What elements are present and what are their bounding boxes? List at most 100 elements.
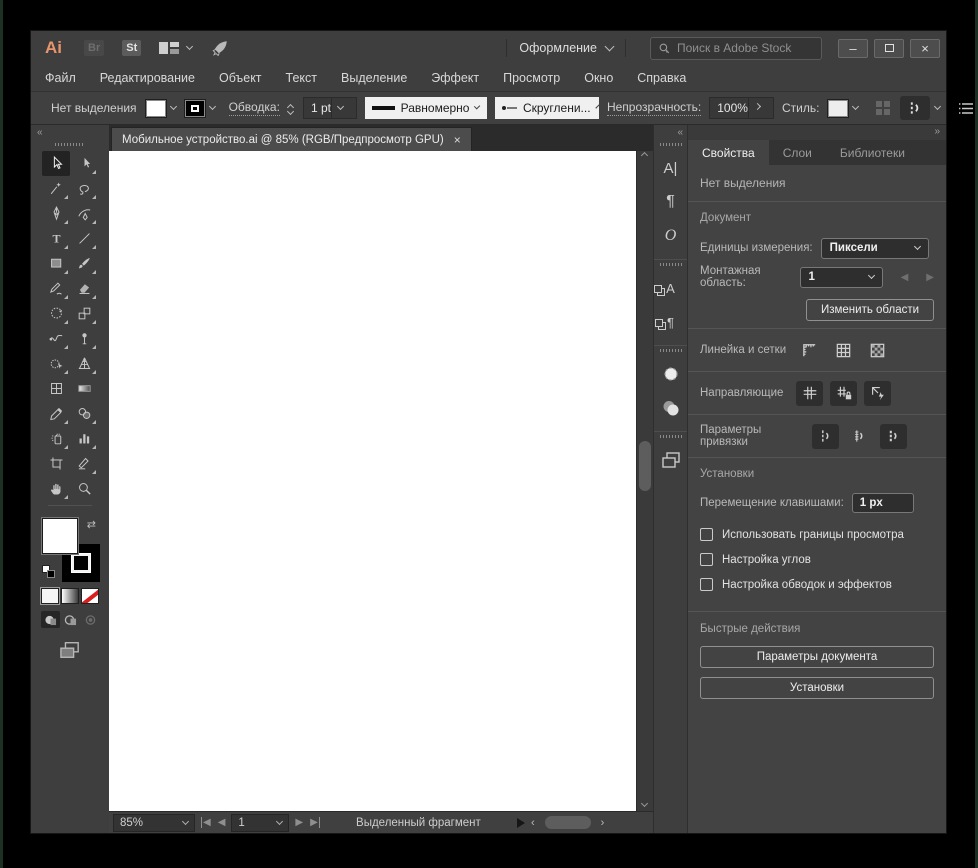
line-segment-tool[interactable]: [70, 226, 98, 251]
show-rulers-button[interactable]: [796, 338, 823, 363]
chevron-down-icon[interactable]: [934, 102, 942, 111]
horizontal-scrollbar[interactable]: ‹ ›: [531, 816, 649, 829]
smart-guides-button[interactable]: [864, 380, 891, 406]
draw-inside-button[interactable]: [81, 611, 100, 628]
minimize-button[interactable]: –: [838, 38, 868, 58]
drag-grip-icon[interactable]: [659, 263, 682, 266]
shaper-tool[interactable]: [42, 276, 70, 301]
rotate-tool[interactable]: [42, 301, 70, 326]
magic-wand-tool[interactable]: [42, 176, 70, 201]
eraser-tool[interactable]: [70, 276, 98, 301]
menu-effect[interactable]: Эффект: [431, 71, 479, 85]
character-panel-icon[interactable]: A|: [657, 153, 685, 183]
stroke-swatch[interactable]: [183, 98, 206, 118]
blend-tool[interactable]: [70, 401, 98, 426]
style-swatch[interactable]: [827, 98, 850, 118]
next-artboard-icon[interactable]: ▶: [926, 272, 934, 283]
mesh-tool[interactable]: [42, 376, 70, 401]
units-select[interactable]: Пиксели: [820, 237, 929, 259]
type-tool[interactable]: T: [42, 226, 70, 251]
shape-builder-tool[interactable]: [42, 351, 70, 376]
status-text[interactable]: Выделенный фрагмент: [326, 817, 511, 829]
drag-grip-icon[interactable]: [659, 143, 682, 146]
search-input[interactable]: [677, 41, 807, 55]
scroll-left-icon[interactable]: ‹: [531, 817, 535, 829]
snap-to-grid-button[interactable]: [846, 424, 873, 449]
variable-width-profile-select[interactable]: Равномерно: [364, 97, 487, 119]
slice-tool[interactable]: [70, 451, 98, 476]
tab-layers[interactable]: Слои: [769, 140, 826, 165]
chevron-down-icon[interactable]: [208, 102, 216, 111]
keyboard-increment-input[interactable]: [851, 493, 914, 513]
show-grid-button[interactable]: [830, 338, 857, 363]
workspace-switcher[interactable]: Оформление: [519, 41, 615, 55]
menu-window[interactable]: Окно: [584, 71, 613, 85]
expand-dock-icon[interactable]: «: [654, 125, 687, 140]
drag-grip-icon[interactable]: [659, 435, 682, 438]
close-tab-icon[interactable]: ×: [454, 133, 461, 147]
perspective-grid-tool[interactable]: [70, 351, 98, 376]
preferences-button[interactable]: Установки: [700, 677, 934, 699]
dashed-circle-panel-icon[interactable]: [657, 359, 685, 389]
list-menu-icon[interactable]: [958, 102, 974, 115]
lock-guides-button[interactable]: [830, 380, 857, 406]
bridge-icon[interactable]: Br: [84, 40, 105, 56]
adobe-stock-search[interactable]: [650, 36, 822, 60]
scroll-up-icon[interactable]: [640, 151, 649, 160]
edit-artboards-button[interactable]: Изменить области: [806, 299, 934, 321]
menu-select[interactable]: Выделение: [341, 71, 407, 85]
stroke-color-control[interactable]: [183, 98, 216, 118]
paragraph-styles-panel-icon[interactable]: ¶: [655, 307, 685, 337]
stock-icon[interactable]: St: [122, 40, 142, 56]
fill-color-proxy[interactable]: [42, 518, 78, 554]
zoom-tool[interactable]: [70, 476, 98, 501]
show-transparency-grid-button[interactable]: [864, 338, 891, 363]
graphic-style-control[interactable]: [827, 98, 860, 118]
draw-behind-button[interactable]: [61, 611, 80, 628]
fill-color-control[interactable]: [144, 98, 177, 118]
hand-tool[interactable]: [42, 476, 70, 501]
overlapping-rectangles-panel-icon[interactable]: [657, 445, 685, 475]
menu-object[interactable]: Объект: [219, 71, 262, 85]
zoom-level-select[interactable]: 85%: [113, 813, 195, 832]
artboard-canvas[interactable]: [109, 151, 636, 811]
document-tab[interactable]: Мобильное устройство.ai @ 85% (RGB/Предп…: [111, 127, 472, 151]
opacity-field[interactable]: 100%: [709, 97, 774, 119]
horizontal-scroll-thumb[interactable]: [544, 816, 591, 829]
align-squares-icon[interactable]: [874, 99, 892, 117]
stroke-width-select[interactable]: 1 pt: [302, 97, 357, 119]
opentype-panel-icon[interactable]: O: [657, 221, 685, 251]
eyedropper-tool[interactable]: [42, 401, 70, 426]
snap-options-button[interactable]: [900, 96, 931, 120]
color-button[interactable]: [41, 588, 59, 604]
snap-to-pixel-button[interactable]: [880, 423, 907, 449]
menu-edit[interactable]: Редактирование: [100, 71, 195, 85]
use-preview-bounds-checkbox[interactable]: [700, 528, 713, 541]
stroke-label[interactable]: Обводка:: [228, 100, 280, 116]
width-tool[interactable]: [42, 326, 70, 351]
column-graph-tool[interactable]: [70, 426, 98, 451]
scale-corners-checkbox[interactable]: [700, 553, 713, 566]
menu-type[interactable]: Текст: [286, 71, 317, 85]
rectangle-tool[interactable]: [42, 251, 70, 276]
vertical-scroll-thumb[interactable]: [639, 441, 651, 492]
collapse-tools-icon[interactable]: «: [31, 125, 109, 140]
paragraph-panel-icon[interactable]: ¶: [657, 187, 685, 217]
screen-mode-icon[interactable]: [58, 640, 82, 665]
gradient-tool[interactable]: [70, 376, 98, 401]
none-button[interactable]: [81, 588, 99, 604]
collapse-panel-icon[interactable]: »: [688, 125, 946, 140]
show-guides-button[interactable]: [796, 380, 823, 406]
puppet-warp-tool[interactable]: [70, 326, 98, 351]
drag-grip-icon[interactable]: [659, 349, 682, 352]
paintbrush-tool[interactable]: [70, 251, 98, 276]
drag-grip-icon[interactable]: [55, 143, 85, 146]
scale-strokes-effects-checkbox[interactable]: [700, 578, 713, 591]
overlapping-circles-panel-icon[interactable]: [657, 393, 685, 423]
swap-fill-stroke-icon[interactable]: ⇄: [87, 518, 96, 531]
character-styles-panel-icon[interactable]: A: [654, 273, 685, 303]
next-artboard-button[interactable]: ▶: [295, 817, 303, 828]
chevron-down-icon[interactable]: [852, 102, 860, 111]
vertical-scrollbar[interactable]: [636, 151, 653, 811]
symbol-sprayer-tool[interactable]: [42, 426, 70, 451]
